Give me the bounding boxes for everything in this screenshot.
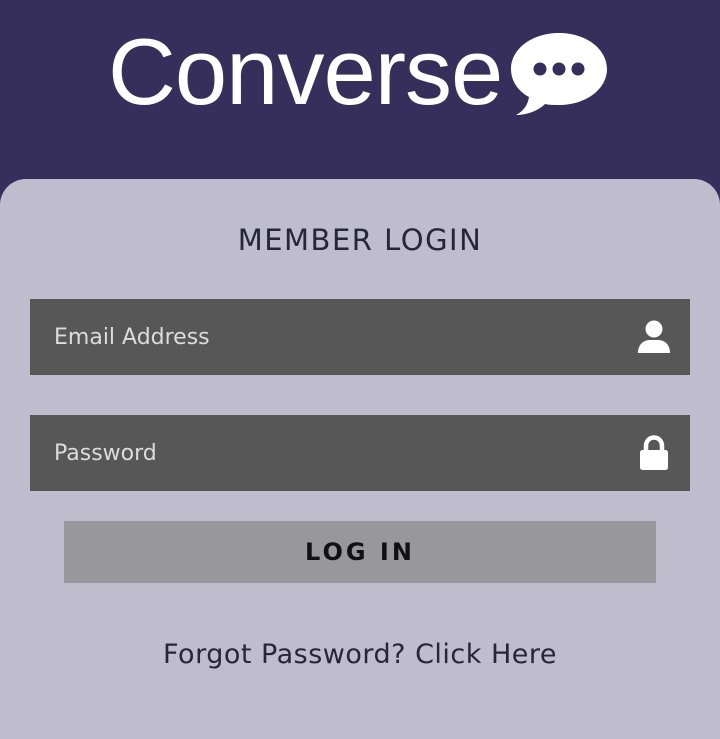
speech-bubble-ellipsis-icon	[511, 33, 608, 115]
password-field-container	[30, 415, 690, 491]
password-input[interactable]	[30, 415, 630, 491]
user-icon	[638, 320, 670, 353]
forgot-password-link[interactable]: Click Here	[415, 639, 557, 670]
forgot-password-text: Forgot Password?	[162, 639, 406, 670]
app-logo: Converse	[108, 22, 610, 122]
login-panel: MEMBER LOGIN LOG IN Forgot Password? Cli…	[0, 179, 720, 739]
forgot-password: Forgot Password? Click Here	[0, 639, 720, 670]
login-button[interactable]: LOG IN	[64, 521, 656, 583]
app-title: Converse	[108, 19, 503, 124]
header: Converse	[0, 0, 720, 180]
lock-icon	[640, 435, 668, 470]
login-title: MEMBER LOGIN	[237, 223, 483, 257]
email-input[interactable]	[30, 299, 630, 375]
email-field-container	[30, 299, 690, 375]
